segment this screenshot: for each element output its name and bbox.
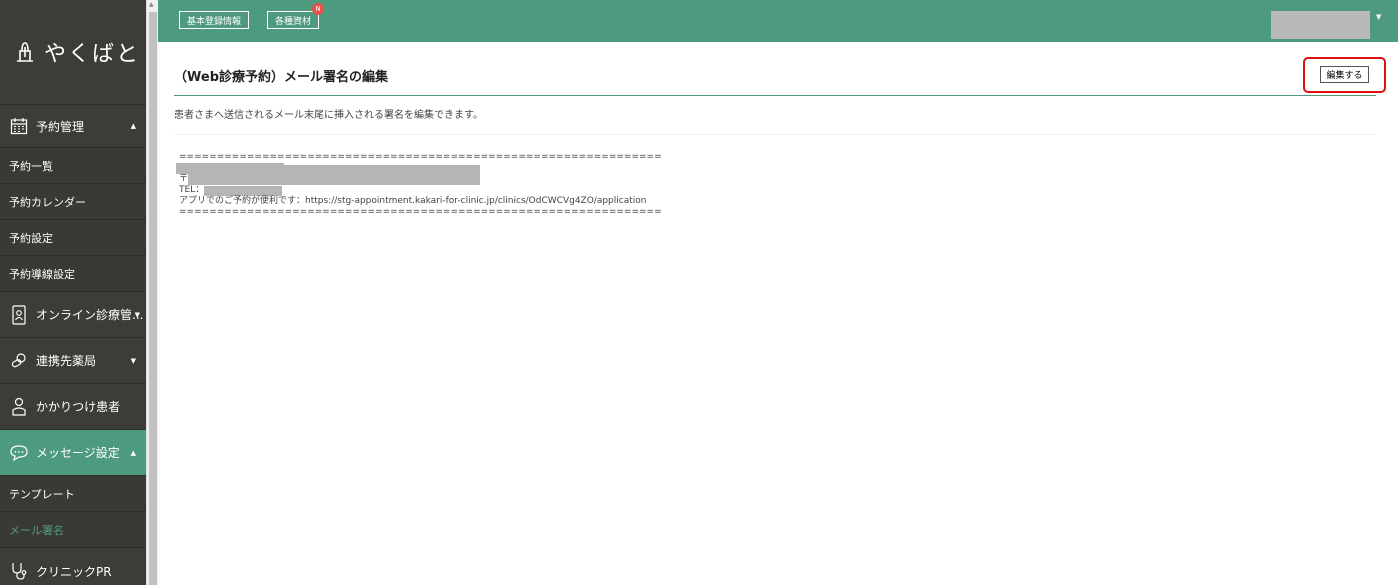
pharmacy-pills-icon	[8, 350, 30, 372]
sidebar-item-label: クリニックPR	[36, 564, 112, 579]
page-description: 患者さまへ送信されるメール末尾に挿入される署名を編集できます。	[174, 110, 483, 121]
sidebar-item-reservation-list[interactable]: 予約一覧	[0, 148, 146, 184]
chevron-up-icon: ▲	[130, 122, 136, 130]
smartphone-person-icon	[8, 304, 30, 326]
sidebar-item-reservation-calendar[interactable]: 予約カレンダー	[0, 184, 146, 220]
basic-info-label: 基本登録情報	[187, 16, 242, 27]
redacted-tel	[204, 185, 283, 196]
sidebar-item-label: オンライン診療管...	[36, 308, 144, 322]
tel-prefix: TEL：	[179, 185, 205, 195]
redacted-address	[188, 165, 481, 185]
description-divider	[174, 134, 1376, 135]
scrollbar-thumb[interactable]	[149, 12, 157, 585]
calendar-icon	[8, 115, 30, 137]
logo[interactable]: やくばと	[0, 0, 146, 105]
sidebar-item-label: 予約管理	[36, 119, 85, 134]
chevron-up-icon: ▲	[130, 448, 136, 457]
page-title: （Web診療予約）メール署名の編集	[174, 70, 388, 85]
materials-button[interactable]: 各種資材 N	[267, 3, 325, 29]
signature-app-line: アプリでのご予約が便利です：https://stg-appointment.ka…	[179, 196, 647, 206]
sidebar-item-message-settings[interactable]: メッセージ設定 ▲	[0, 430, 146, 476]
signature-separator: ========================================…	[179, 152, 662, 162]
chevron-down-icon: ▼	[130, 356, 136, 365]
signature-preview: ========================================…	[176, 152, 662, 218]
sidebar-item-reservation-flow-settings[interactable]: 予約導線設定	[0, 256, 146, 292]
logo-text: やくばと	[44, 42, 141, 67]
sidebar-item-label: メッセージ設定	[36, 446, 120, 460]
stethoscope-icon	[8, 560, 30, 582]
title-divider	[174, 95, 1376, 96]
chevron-down-icon: ▼	[134, 310, 140, 319]
sidebar-item-label: かかりつけ患者	[36, 400, 121, 414]
sidebar-item-partner-pharmacy[interactable]: 連携先薬局 ▼	[0, 338, 146, 384]
postal-prefix: 〒	[179, 174, 189, 184]
scroll-up-arrow-icon[interactable]: ▲	[149, 1, 154, 8]
sidebar-item-clinic-pr[interactable]: クリニックPR	[0, 548, 146, 585]
materials-label: 各種資材	[275, 16, 312, 27]
chevron-down-icon[interactable]: ▼	[1376, 13, 1381, 21]
signature-separator: ========================================…	[179, 207, 662, 217]
edit-button[interactable]: 編集する	[1320, 66, 1369, 83]
user-menu[interactable]	[1271, 11, 1370, 39]
chat-bubble-icon	[8, 442, 30, 464]
sidebar: やくばと 予約管理 ▲ 予約一覧 予約カレンダー 予約設定 予約導線設定 オンラ…	[0, 0, 146, 585]
main-content: （Web診療予約）メール署名の編集 編集する 患者さまへ送信されるメール末尾に挿…	[158, 42, 1398, 585]
sidebar-item-online-consultation[interactable]: オンライン診療管... ▼	[0, 292, 146, 338]
sidebar-item-reservation-management[interactable]: 予約管理 ▲	[0, 105, 146, 148]
basic-info-button[interactable]: 基本登録情報	[179, 11, 250, 29]
signature-address: 〒	[179, 165, 662, 185]
sidebar-item-template[interactable]: テンプレート	[0, 476, 146, 512]
sidebar-item-label: 連携先薬局	[36, 354, 97, 368]
sidebar-item-reservation-settings[interactable]: 予約設定	[0, 220, 146, 256]
signature-tel: TEL：	[179, 185, 662, 196]
person-icon	[8, 396, 30, 418]
top-bar: 基本登録情報 各種資材 N ▼	[158, 0, 1398, 42]
new-badge: N	[312, 3, 325, 15]
app-root: やくばと 予約管理 ▲ 予約一覧 予約カレンダー 予約設定 予約導線設定 オンラ…	[0, 0, 1398, 585]
logo-icon	[17, 42, 33, 62]
sidebar-scrollbar[interactable]: ▲	[146, 0, 158, 585]
sidebar-item-regular-patients[interactable]: かかりつけ患者	[0, 384, 146, 430]
sidebar-item-mail-signature[interactable]: メール署名	[0, 512, 146, 548]
